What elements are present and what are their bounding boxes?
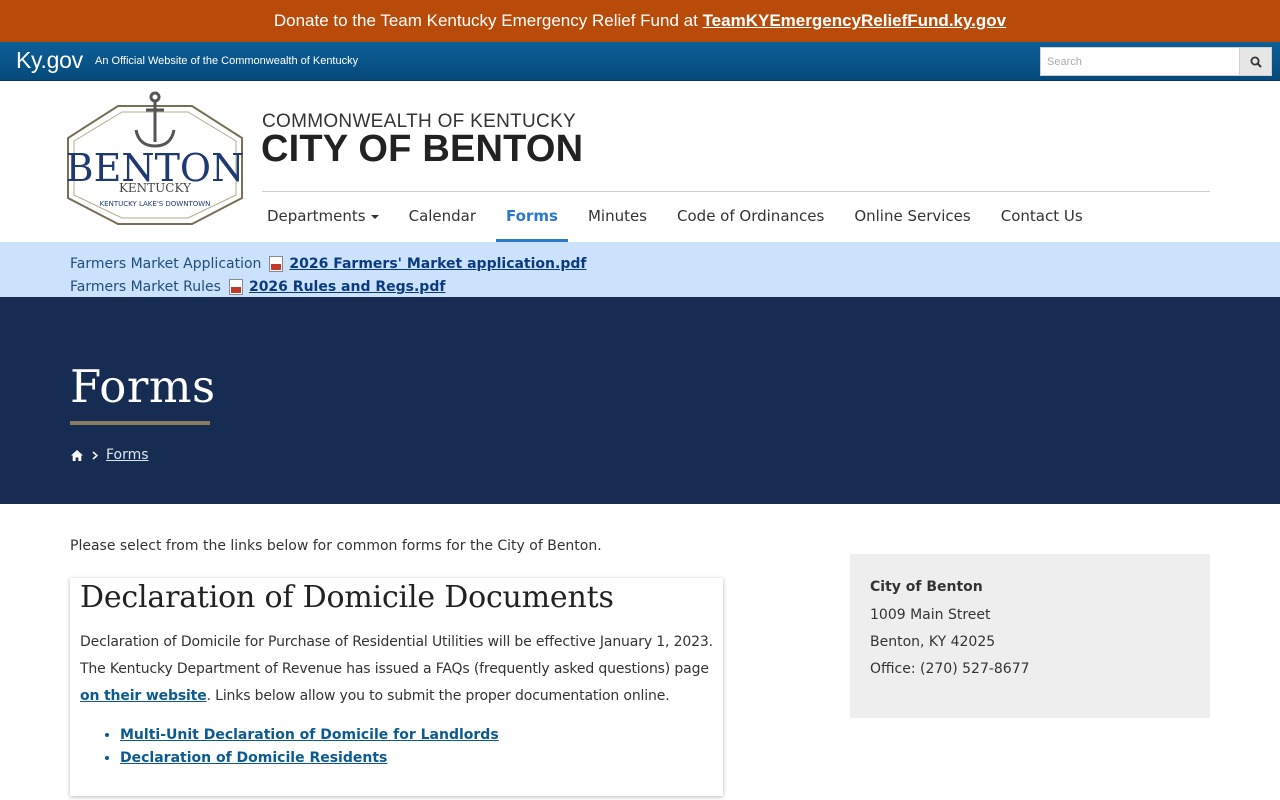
sidebar-name: City of Benton: [870, 579, 983, 595]
page-title: Forms: [70, 360, 216, 413]
nav-online-services[interactable]: Online Services: [839, 192, 985, 242]
domicile-card: Declaration of Domicile Documents Declar…: [70, 578, 723, 796]
resident-form-link[interactable]: Declaration of Domicile Residents: [120, 750, 387, 766]
nav-departments[interactable]: Departments: [252, 192, 394, 242]
nav-minutes[interactable]: Minutes: [573, 192, 662, 242]
svg-text:KENTUCKY LAKE'S DOWNTOWN: KENTUCKY LAKE'S DOWNTOWN: [100, 200, 211, 208]
pdf-icon: [269, 256, 284, 272]
svg-text:KENTUCKY: KENTUCKY: [119, 181, 192, 195]
nav-code-of-ordinances[interactable]: Code of Ordinances: [662, 192, 839, 242]
title-underline: [70, 421, 210, 425]
alert-pdf-link[interactable]: 2026 Rules and Regs.pdf: [249, 279, 445, 295]
card-title: Declaration of Domicile Documents: [80, 580, 614, 615]
header-title[interactable]: CITY OF BENTON: [261, 128, 583, 171]
alert-item: Farmers Market Application 2026 Farmers'…: [70, 256, 586, 272]
donate-link[interactable]: TeamKYEmergencyReliefFund.ky.gov: [703, 11, 1007, 30]
donate-banner: Donate to the Team Kentucky Emergency Re…: [0, 0, 1280, 42]
list-item: Declaration of Domicile Residents: [120, 747, 499, 770]
alert-label: Farmers Market Rules: [70, 279, 221, 295]
search-input[interactable]: [1040, 47, 1240, 76]
chevron-down-icon: [370, 214, 379, 219]
home-icon[interactable]: [70, 449, 84, 462]
kygov-bar: Ky.gov An Official Website of the Common…: [0, 42, 1280, 81]
search-icon: [1250, 56, 1262, 68]
nav-forms[interactable]: Forms: [491, 192, 573, 242]
search-button[interactable]: [1239, 47, 1272, 76]
dor-website-link[interactable]: on their website: [80, 688, 207, 704]
intro-text: Please select from the links below for c…: [70, 538, 602, 554]
card-line: on their website. Links below allow you …: [80, 688, 670, 704]
card-line: Declaration of Domicile for Purchase of …: [80, 634, 713, 650]
city-logo[interactable]: BENTON KENTUCKY KENTUCKY LAKE'S DOWNTOWN: [66, 90, 244, 226]
pdf-icon: [228, 279, 243, 295]
donate-text: Donate to the Team Kentucky Emergency Re…: [273, 11, 698, 30]
main-nav: Departments Calendar Forms Minutes Code …: [252, 192, 1098, 242]
alert-pdf-link[interactable]: 2026 Farmers' Market application.pdf: [289, 256, 586, 272]
alert-label: Farmers Market Application: [70, 256, 262, 272]
alert-strip: Farmers Market Application 2026 Farmers'…: [0, 242, 1280, 297]
sidebar-street: 1009 Main Street: [870, 607, 991, 623]
page-hero: Forms Forms: [0, 297, 1280, 504]
nav-calendar[interactable]: Calendar: [394, 192, 491, 242]
list-item: Multi-Unit Declaration of Domicile for L…: [120, 724, 499, 747]
landlord-form-link[interactable]: Multi-Unit Declaration of Domicile for L…: [120, 727, 499, 743]
card-line: The Kentucky Department of Revenue has i…: [80, 661, 709, 677]
chevron-right-icon: [92, 450, 98, 460]
forms-list: Multi-Unit Declaration of Domicile for L…: [120, 724, 499, 770]
sidebar-city: Benton, KY 42025: [870, 634, 996, 650]
nav-contact-us[interactable]: Contact Us: [986, 192, 1098, 242]
sidebar-phone: Office: (270) 527-8677: [870, 661, 1030, 677]
alert-item: Farmers Market Rules 2026 Rules and Regs…: [70, 279, 445, 295]
breadcrumb: Forms: [70, 447, 149, 463]
card-body: Declaration of Domicile for Purchase of …: [80, 629, 720, 710]
contact-sidebar: City of Benton 1009 Main Street Benton, …: [850, 554, 1210, 718]
breadcrumb-forms[interactable]: Forms: [106, 447, 149, 463]
kygov-tagline: An Official Website of the Commonwealth …: [95, 55, 359, 67]
kygov-logo[interactable]: Ky.gov: [16, 47, 83, 74]
